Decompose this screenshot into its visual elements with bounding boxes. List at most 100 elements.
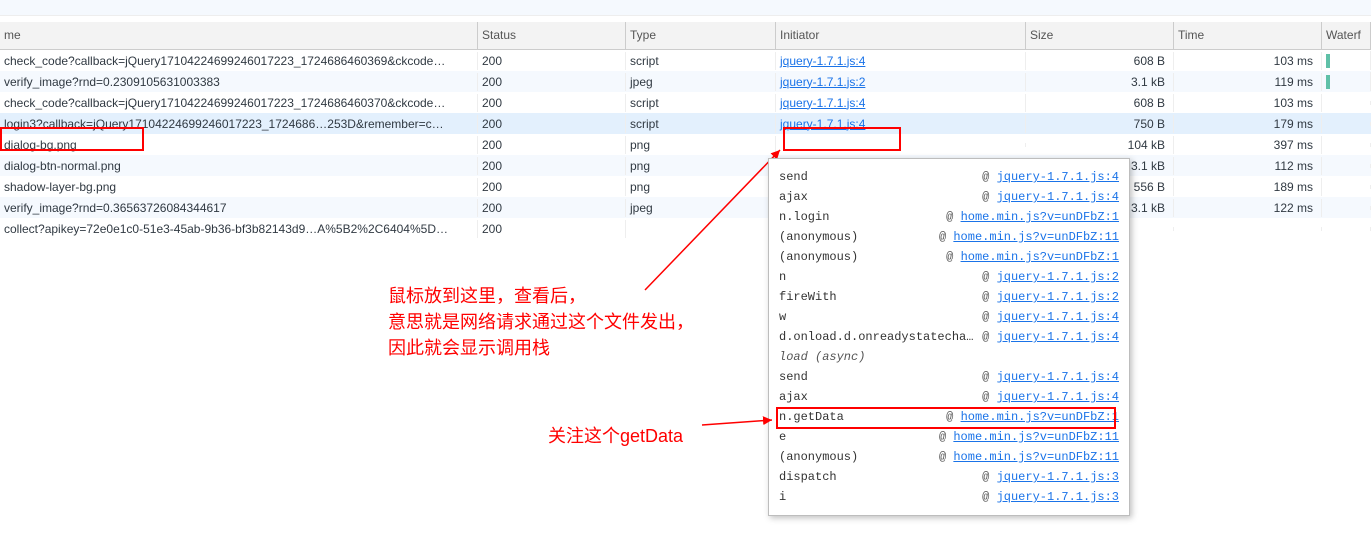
frame-source: @ home.min.js?v=unDFbZ:11 [939, 230, 1119, 244]
frame-label: load (async) [779, 350, 873, 364]
frame-function: dispatch [779, 470, 845, 484]
network-table-header: me Status Type Initiator Size Time Water… [0, 22, 1371, 50]
cell-time: 122 ms [1174, 199, 1322, 217]
cell-status: 200 [478, 220, 626, 238]
table-row[interactable]: check_code?callback=jQuery17104224699246… [0, 92, 1371, 113]
cell-time: 397 ms [1174, 136, 1322, 154]
cell-size: 608 B [1026, 94, 1174, 112]
cell-size: 104 kB [1026, 136, 1174, 154]
frame-source-link[interactable]: home.min.js?v=unDFbZ:1 [961, 210, 1119, 224]
callstack-frame[interactable]: e@ home.min.js?v=unDFbZ:11 [779, 427, 1119, 447]
initiator-callstack-tooltip: send@ jquery-1.7.1.js:4ajax@ jquery-1.7.… [768, 158, 1130, 516]
frame-function: i [779, 490, 794, 504]
table-row[interactable]: collect?apikey=72e0e1c0-51e3-45ab-9b36-b… [0, 218, 1371, 239]
cell-name[interactable]: check_code?callback=jQuery17104224699246… [0, 94, 478, 112]
callstack-frame[interactable]: d.onload.d.onreadystatechange@ jquery-1.… [779, 327, 1119, 347]
cell-name[interactable]: check_code?callback=jQuery17104224699246… [0, 52, 478, 70]
cell-time: 112 ms [1174, 157, 1322, 175]
table-row[interactable]: check_code?callback=jQuery17104224699246… [0, 50, 1371, 71]
table-row[interactable]: login3?callback=jQuery171042246992460172… [0, 113, 1371, 134]
callstack-frame[interactable]: n.getData@ home.min.js?v=unDFbZ:1 [779, 407, 1119, 427]
cell-waterfall [1322, 51, 1371, 70]
col-waterfall[interactable]: Waterf [1322, 22, 1371, 49]
callstack-frame[interactable]: ajax@ jquery-1.7.1.js:4 [779, 187, 1119, 207]
table-row[interactable]: verify_image?rnd=0.2309105631003383200jp… [0, 71, 1371, 92]
frame-source-link[interactable]: home.min.js?v=unDFbZ:11 [953, 430, 1119, 444]
initiator-link[interactable]: jquery-1.7.1.js:4 [780, 54, 865, 68]
frame-source-link[interactable]: home.min.js?v=unDFbZ:11 [953, 450, 1119, 464]
initiator-link[interactable]: jquery-1.7.1.js:4 [780, 96, 865, 110]
frame-source-link[interactable]: home.min.js?v=unDFbZ:1 [961, 410, 1119, 424]
cell-waterfall [1322, 164, 1371, 168]
cell-time: 119 ms [1174, 73, 1322, 91]
cell-waterfall [1322, 185, 1371, 189]
frame-source-link[interactable]: jquery-1.7.1.js:2 [997, 270, 1119, 284]
callstack-frame[interactable]: send @ jquery-1.7.1.js:4 [779, 167, 1119, 187]
frame-source-link[interactable]: home.min.js?v=unDFbZ:11 [953, 230, 1119, 244]
frame-function: n.login [779, 210, 837, 224]
col-initiator[interactable]: Initiator [776, 22, 1026, 49]
frame-source-link[interactable]: jquery-1.7.1.js:3 [997, 490, 1119, 504]
frame-source-link[interactable]: jquery-1.7.1.js:4 [997, 370, 1119, 384]
callstack-frame[interactable]: (anonymous)@ home.min.js?v=unDFbZ:11 [779, 447, 1119, 467]
waterfall-tick [1326, 75, 1330, 89]
cell-waterfall [1322, 143, 1371, 147]
cell-name[interactable]: collect?apikey=72e0e1c0-51e3-45ab-9b36-b… [0, 220, 478, 238]
col-status[interactable]: Status [478, 22, 626, 49]
cell-name[interactable]: login3?callback=jQuery171042246992460172… [0, 115, 478, 133]
frame-function: send [779, 170, 816, 184]
callstack-frame[interactable]: dispatch @ jquery-1.7.1.js:3 [779, 467, 1119, 487]
callstack-frame[interactable]: send@ jquery-1.7.1.js:4 [779, 367, 1119, 387]
frame-source-link[interactable]: jquery-1.7.1.js:3 [997, 470, 1119, 484]
cell-waterfall [1322, 206, 1371, 210]
table-row[interactable]: dialog-btn-normal.png200png3.1 kB112 ms [0, 155, 1371, 176]
cell-name[interactable]: shadow-layer-bg.png [0, 178, 478, 196]
frame-source: @ jquery-1.7.1.js:3 [982, 470, 1119, 484]
cell-initiator: jquery-1.7.1.js:4 [776, 52, 1026, 70]
frame-source-link[interactable]: jquery-1.7.1.js:4 [997, 310, 1119, 324]
frame-function: (anonymous) [779, 250, 866, 264]
frame-source-link[interactable]: jquery-1.7.1.js:4 [997, 390, 1119, 404]
frame-source-link[interactable]: jquery-1.7.1.js:4 [997, 330, 1119, 344]
frame-source: @ jquery-1.7.1.js:4 [982, 170, 1119, 184]
cell-name[interactable]: dialog-btn-normal.png [0, 157, 478, 175]
cell-type: png [626, 178, 776, 196]
cell-name[interactable]: verify_image?rnd=0.2309105631003383 [0, 73, 478, 91]
callstack-frame[interactable]: ajax@ jquery-1.7.1.js:4 [779, 387, 1119, 407]
cell-type: script [626, 94, 776, 112]
initiator-link[interactable]: jquery-1.7.1.js:4 [780, 117, 865, 131]
frame-source: @ home.min.js?v=unDFbZ:1 [946, 250, 1119, 264]
cell-initiator: jquery-1.7.1.js:2 [776, 73, 1026, 91]
frame-source-link[interactable]: jquery-1.7.1.js:4 [997, 170, 1119, 184]
cell-time [1174, 227, 1322, 231]
callstack-frame[interactable]: load (async) [779, 347, 1119, 367]
cell-name[interactable]: dialog-bg.png [0, 136, 478, 154]
cell-name[interactable]: verify_image?rnd=0.36563726084344617 [0, 199, 478, 217]
callstack-frame[interactable]: (anonymous) @ home.min.js?v=unDFbZ:1 [779, 247, 1119, 267]
cell-time: 189 ms [1174, 178, 1322, 196]
frame-source: @ jquery-1.7.1.js:3 [982, 490, 1119, 504]
initiator-link[interactable]: jquery-1.7.1.js:2 [780, 75, 865, 89]
frame-source-link[interactable]: jquery-1.7.1.js:4 [997, 190, 1119, 204]
cell-size: 750 B [1026, 115, 1174, 133]
frame-function: (anonymous) [779, 230, 866, 244]
frame-function: ajax [779, 190, 816, 204]
callstack-frame[interactable]: fireWith@ jquery-1.7.1.js:2 [779, 287, 1119, 307]
callstack-frame[interactable]: n.login@ home.min.js?v=unDFbZ:1 [779, 207, 1119, 227]
col-time[interactable]: Time [1174, 22, 1322, 49]
frame-source-link[interactable]: jquery-1.7.1.js:2 [997, 290, 1119, 304]
waterfall-tick [1326, 54, 1330, 68]
frame-source-link[interactable]: home.min.js?v=unDFbZ:1 [961, 250, 1119, 264]
frame-source: @ jquery-1.7.1.js:2 [982, 270, 1119, 284]
col-size[interactable]: Size [1026, 22, 1174, 49]
table-row[interactable]: dialog-bg.png200png104 kB397 ms [0, 134, 1371, 155]
callstack-frame[interactable]: i @ jquery-1.7.1.js:3 [779, 487, 1119, 507]
callstack-frame[interactable]: n@ jquery-1.7.1.js:2 [779, 267, 1119, 287]
table-row[interactable]: shadow-layer-bg.png200png556 B189 ms [0, 176, 1371, 197]
callstack-frame[interactable]: w@ jquery-1.7.1.js:4 [779, 307, 1119, 327]
callstack-frame[interactable]: (anonymous) @ home.min.js?v=unDFbZ:11 [779, 227, 1119, 247]
table-row[interactable]: verify_image?rnd=0.36563726084344617200j… [0, 197, 1371, 218]
cell-waterfall [1322, 101, 1371, 105]
col-type[interactable]: Type [626, 22, 776, 49]
col-name[interactable]: me [0, 22, 478, 49]
